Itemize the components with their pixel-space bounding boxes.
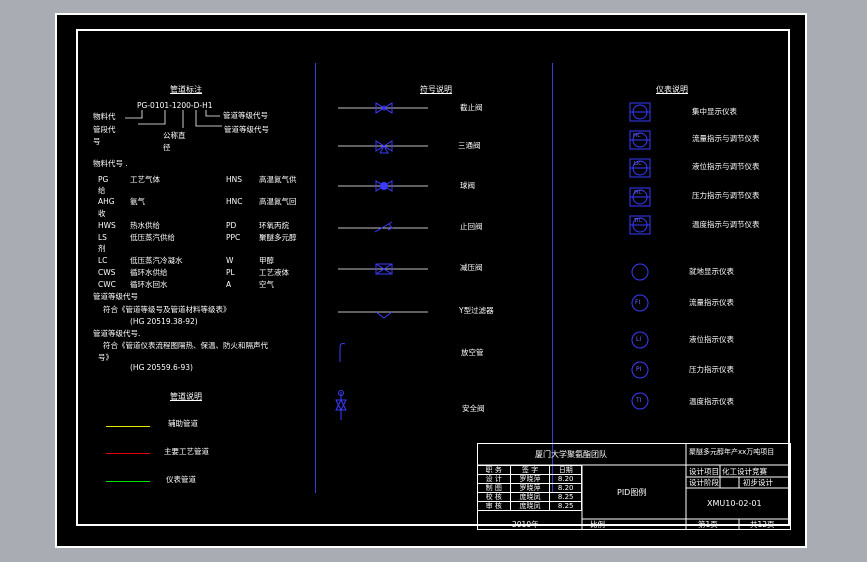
sig-name: 罗晓萍 <box>509 483 551 493</box>
signature-table: 职 务 签 字 日期 设 计 罗晓萍 8.20 制 图 罗晓萍 8.20 校 核… <box>477 465 582 511</box>
design-phase-label: 设计阶段 <box>689 478 719 487</box>
sig-date: 8.25 <box>549 501 582 511</box>
drawing-number: XMU10-02-01 <box>707 499 762 508</box>
sig-date: 8.25 <box>549 492 582 502</box>
sig-date: 8.20 <box>549 483 582 493</box>
sig-name: 罗晓萍 <box>509 474 551 484</box>
sig-role: 审 核 <box>477 501 511 511</box>
scale-label: 比例 <box>590 520 605 529</box>
team-name: 厦门大学聚氨酯团队 <box>535 450 607 459</box>
sheet-number: 第1页 <box>698 520 718 529</box>
design-phase: 初步设计 <box>743 478 773 487</box>
design-item: 化工设计竞赛 <box>722 467 767 476</box>
sheet-total: 共12页 <box>750 520 775 529</box>
design-item-label: 设计项目 <box>689 467 719 476</box>
sig-date: 8.20 <box>549 474 582 484</box>
sig-role: 设 计 <box>477 474 511 484</box>
sig-header: 职 务 <box>477 465 511 475</box>
drawing-name: PID图例 <box>617 488 647 497</box>
sig-name: 庞晓凤 <box>509 492 551 502</box>
sig-role: 制 图 <box>477 483 511 493</box>
sig-header: 日期 <box>549 465 582 475</box>
sig-role: 校 核 <box>477 492 511 502</box>
project-name: 聚醚多元醇年产xx万吨项目 <box>689 448 775 456</box>
sig-header: 签 字 <box>509 465 551 475</box>
title-block-grid <box>477 443 791 530</box>
year: 2010年 <box>512 520 539 529</box>
sig-name: 庞晓凤 <box>509 501 551 511</box>
